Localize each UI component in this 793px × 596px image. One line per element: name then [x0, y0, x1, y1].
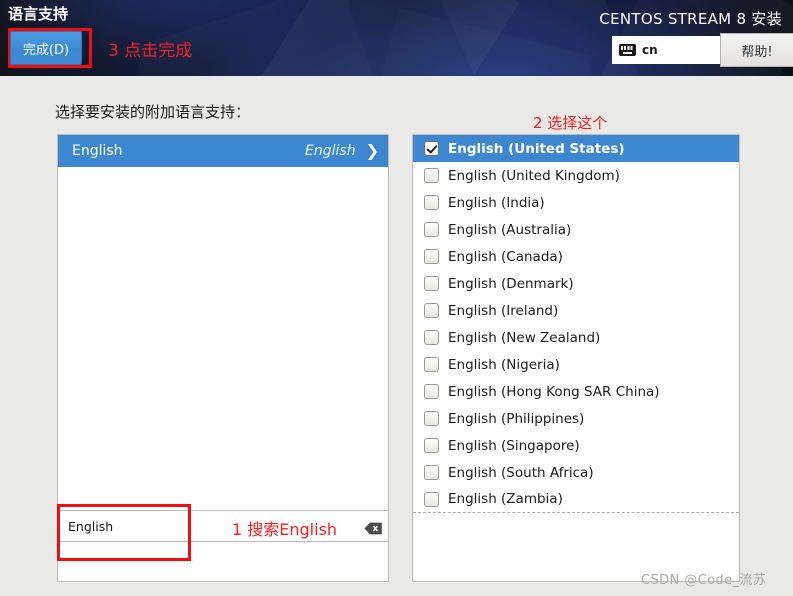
annotation-step-3: 3 点击完成	[108, 41, 193, 61]
checkbox-unchecked-icon[interactable]	[424, 330, 439, 345]
checkbox-unchecked-icon[interactable]	[424, 276, 439, 291]
checkbox-checked-icon[interactable]	[424, 141, 439, 156]
annotation-step-1: 1 搜索English	[232, 520, 338, 539]
locale-list: English (United States) English (United K…	[413, 135, 739, 513]
language-native-name: English	[305, 143, 356, 159]
keyboard-layout-indicator[interactable]: cn	[612, 36, 720, 64]
locale-list-item[interactable]: English (Philippines)	[413, 405, 739, 432]
checkbox-unchecked-icon[interactable]	[424, 384, 439, 399]
locale-list-item[interactable]: English (Denmark)	[413, 270, 739, 297]
checkbox-unchecked-icon[interactable]	[424, 411, 439, 426]
locale-label: English (Singapore)	[448, 437, 580, 454]
locale-label: English (India)	[448, 194, 545, 211]
instruction-text: 选择要安装的附加语言支持：	[55, 103, 251, 121]
locale-label: English (Hong Kong SAR China)	[448, 383, 660, 400]
locale-list-item[interactable]: English (Canada)	[413, 243, 739, 270]
locale-label: English (Nigeria)	[448, 356, 560, 373]
main-content: 选择要安装的附加语言支持： 2 选择这个 English English ❯ Eng…	[0, 76, 793, 596]
locale-list-item[interactable]: English (South Africa)	[413, 459, 739, 486]
help-button[interactable]: 帮助!	[720, 33, 793, 67]
checkbox-unchecked-icon[interactable]	[424, 465, 439, 480]
locale-list-item[interactable]: English (India)	[413, 189, 739, 216]
watermark: CSDN @Code_流苏	[641, 573, 767, 588]
locale-label: English (New Zealand)	[448, 329, 601, 346]
locale-list-item[interactable]: English (Ireland)	[413, 297, 739, 324]
locale-list-item[interactable]: English (Zambia)	[413, 486, 739, 513]
checkbox-unchecked-icon[interactable]	[424, 303, 439, 318]
locale-list-item[interactable]: English (Australia)	[413, 216, 739, 243]
locale-label: English (South Africa)	[448, 464, 594, 481]
locale-label: English (United Kingdom)	[448, 167, 620, 184]
locale-label: English (Philippines)	[448, 410, 585, 427]
checkbox-unchecked-icon[interactable]	[424, 491, 439, 507]
checkbox-unchecked-icon[interactable]	[424, 195, 439, 210]
locale-list-panel[interactable]: English (United States) English (United K…	[412, 134, 740, 582]
installer-header: 语言支持 CENTOS STREAM 8 安装 完成(D) 3 点击完成 cn …	[0, 0, 793, 76]
chevron-right-icon: ❯	[365, 141, 379, 160]
keyboard-icon	[619, 44, 636, 56]
locale-list-item[interactable]: English (United States)	[413, 135, 739, 162]
checkbox-unchecked-icon[interactable]	[424, 249, 439, 264]
locale-label: English (Zambia)	[448, 491, 563, 507]
keyboard-layout-label: cn	[642, 43, 658, 57]
locale-label: English (Canada)	[448, 248, 563, 265]
locale-list-item[interactable]: English (United Kingdom)	[413, 162, 739, 189]
language-list: English English ❯	[58, 135, 388, 167]
checkbox-unchecked-icon[interactable]	[424, 357, 439, 372]
locale-list-item[interactable]: English (Singapore)	[413, 432, 739, 459]
product-title: CENTOS STREAM 8 安装	[599, 10, 782, 28]
clear-search-icon[interactable]	[364, 520, 382, 534]
checkbox-unchecked-icon[interactable]	[424, 438, 439, 453]
language-list-item[interactable]: English English ❯	[58, 135, 388, 167]
language-search-input[interactable]: English	[57, 510, 389, 542]
locale-label: English (United States)	[448, 140, 625, 157]
locale-list-item[interactable]: English (New Zealand)	[413, 324, 739, 351]
page-title: 语言支持	[8, 5, 69, 23]
locale-label: English (Denmark)	[448, 275, 574, 292]
done-button[interactable]: 完成(D)	[10, 31, 82, 65]
locale-label: English (Australia)	[448, 221, 572, 238]
annotation-step-2: 2 选择这个	[533, 114, 608, 132]
locale-list-item[interactable]: English (Nigeria)	[413, 351, 739, 378]
checkbox-unchecked-icon[interactable]	[424, 168, 439, 183]
locale-list-item[interactable]: English (Hong Kong SAR China)	[413, 378, 739, 405]
checkbox-unchecked-icon[interactable]	[424, 222, 439, 237]
language-name: English	[72, 143, 123, 159]
locale-label: English (Ireland)	[448, 302, 559, 319]
